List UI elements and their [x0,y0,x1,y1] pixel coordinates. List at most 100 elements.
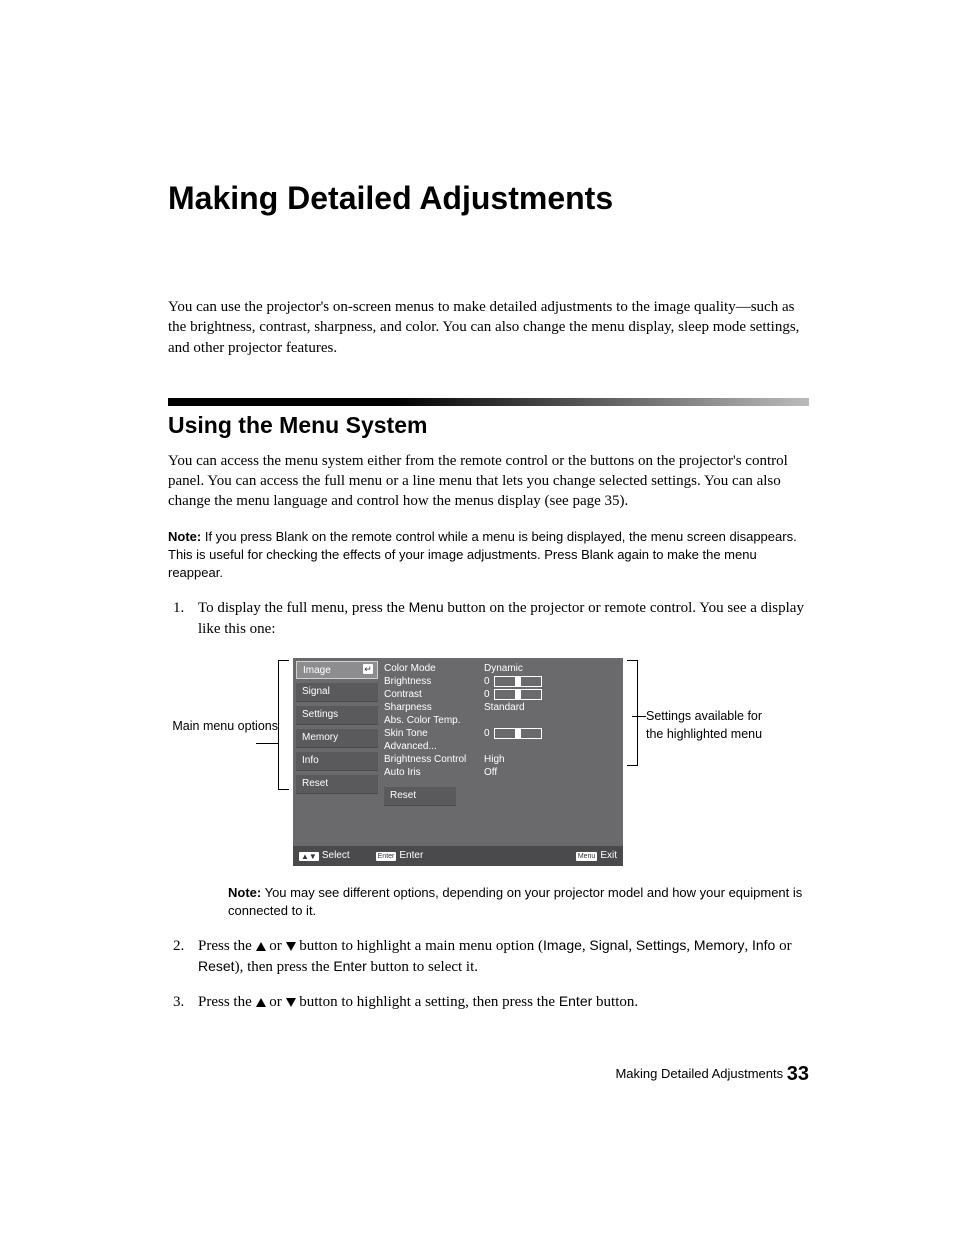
footer-enter: Enter [399,849,423,863]
osd-setting-value: 0 [484,727,617,740]
step-text: To display the full menu, press the [198,600,409,616]
separator: , [744,938,752,954]
step-text: or [266,938,286,954]
section-heading: Using the Menu System [168,412,809,439]
osd-setting-value [484,714,617,727]
separator: , [628,938,636,954]
blank-key: Blank [581,547,614,562]
note-model: Note: You may see different options, dep… [228,884,809,920]
osd-settings-panel: Color ModeDynamicBrightness0Contrast0Sha… [378,658,623,806]
osd-setting-value: 0 [484,688,617,701]
page-footer: Making Detailed Adjustments 33 [168,1063,809,1086]
osd-setting-row: Abs. Color Temp. [384,714,617,727]
osd-setting-value: High [484,753,617,766]
osd-menu-item: Info [296,752,378,771]
section-paragraph: You can access the menu system either fr… [168,451,809,512]
footer-text: Making Detailed Adjustments [615,1066,783,1081]
osd-setting-row: Auto IrisOff [384,766,617,779]
page-number: 33 [787,1063,809,1085]
enter-box-icon: Enter [376,852,397,861]
osd-setting-row: Brightness ControlHigh [384,753,617,766]
blank-key: Blank [276,529,309,544]
menu-option-name: Info [752,937,775,953]
step-text: button to select it. [367,959,478,975]
up-arrow-icon [256,998,266,1007]
osd-setting-label: Brightness [384,675,484,688]
return-icon: ↵ [363,664,373,674]
callout-text: Main menu options [172,719,278,733]
osd-menu-item: Memory [296,729,378,748]
menu-option-name: Settings [636,937,687,953]
osd-setting-value [484,740,617,753]
callout-left: Main menu options [168,658,278,753]
up-arrow-icon [256,942,266,951]
menu-option-name: Signal [589,937,628,953]
separator: or [775,938,791,954]
osd-setting-label: Abs. Color Temp. [384,714,484,727]
osd-menu-item: Signal [296,683,378,702]
step-text: button to highlight a setting, then pres… [296,994,559,1010]
callout-right: Settings available for the highlighted m… [638,658,766,743]
osd-setting-label: Auto Iris [384,766,484,779]
menu-figure: Main menu options Image↵ Signal Settings Me… [168,658,809,866]
menu-option-name: Image [543,937,582,953]
enter-key: Enter [333,958,366,974]
osd-setting-label: Advanced... [384,740,484,753]
osd-setting-row: Brightness0 [384,675,617,688]
bracket-right [627,660,638,766]
menu-option-name: Memory [694,937,745,953]
step-text: Press the [198,994,256,1010]
note-label: Note: [168,529,201,544]
section-divider [168,398,809,406]
note-text: You may see different options, depending… [228,885,802,918]
menu-option-name: Reset [198,958,235,974]
page-title: Making Detailed Adjustments [168,180,809,217]
step-text: button. [592,994,638,1010]
intro-paragraph: You can use the projector's on-screen me… [168,297,809,358]
callout-text: Settings available for the highlighted m… [646,709,762,741]
osd-setting-label: Sharpness [384,701,484,714]
updown-icon: ▲▼ [299,852,319,861]
note-blank: Note: If you press Blank on the remote c… [168,528,809,583]
step-text: button to highlight a main menu option ( [296,938,543,954]
osd-setting-label: Skin Tone [384,727,484,740]
osd-setting-label: Color Mode [384,662,484,675]
enter-key: Enter [559,993,592,1009]
step-text: Press the [198,938,256,954]
osd-footer: ▲▼Select EnterEnter MenuExit [293,846,623,866]
footer-select: Select [322,849,350,863]
bracket-left [278,660,289,790]
osd-setting-row: Contrast0 [384,688,617,701]
osd-setting-row: SharpnessStandard [384,701,617,714]
slider-icon [494,676,542,687]
osd-setting-row: Advanced... [384,740,617,753]
osd-setting-label: Brightness Control [384,753,484,766]
step-1: To display the full menu, press the Menu… [188,598,809,920]
osd-menu-item: Settings [296,706,378,725]
osd-menu-screenshot: Image↵ Signal Settings Memory Info Reset Colo… [293,658,623,866]
slider-icon [494,728,542,739]
osd-menu-item: Image↵ [296,661,378,679]
osd-setting-value: Standard [484,701,617,714]
down-arrow-icon [286,998,296,1007]
osd-setting-row: Skin Tone0 [384,727,617,740]
osd-setting-value: Off [484,766,617,779]
separator: , [686,938,694,954]
menu-key: Menu [409,599,444,615]
footer-exit: Exit [600,849,617,863]
down-arrow-icon [286,942,296,951]
menu-box-icon: Menu [576,852,598,861]
step-text: ), then press the [235,959,334,975]
osd-setting-value: Dynamic [484,662,617,675]
step-3: Press the or button to highlight a setti… [188,992,809,1013]
note-text: If you press [201,529,275,544]
step-text: or [266,994,286,1010]
note-label: Note: [228,885,261,900]
slider-icon [494,689,542,700]
step-2: Press the or button to highlight a main … [188,936,809,978]
osd-main-menu: Image↵ Signal Settings Memory Info Reset [293,658,378,806]
osd-setting-row: Color ModeDynamic [384,662,617,675]
osd-setting-value: 0 [484,675,617,688]
osd-menu-item: Reset [296,775,378,794]
osd-setting-label: Contrast [384,688,484,701]
